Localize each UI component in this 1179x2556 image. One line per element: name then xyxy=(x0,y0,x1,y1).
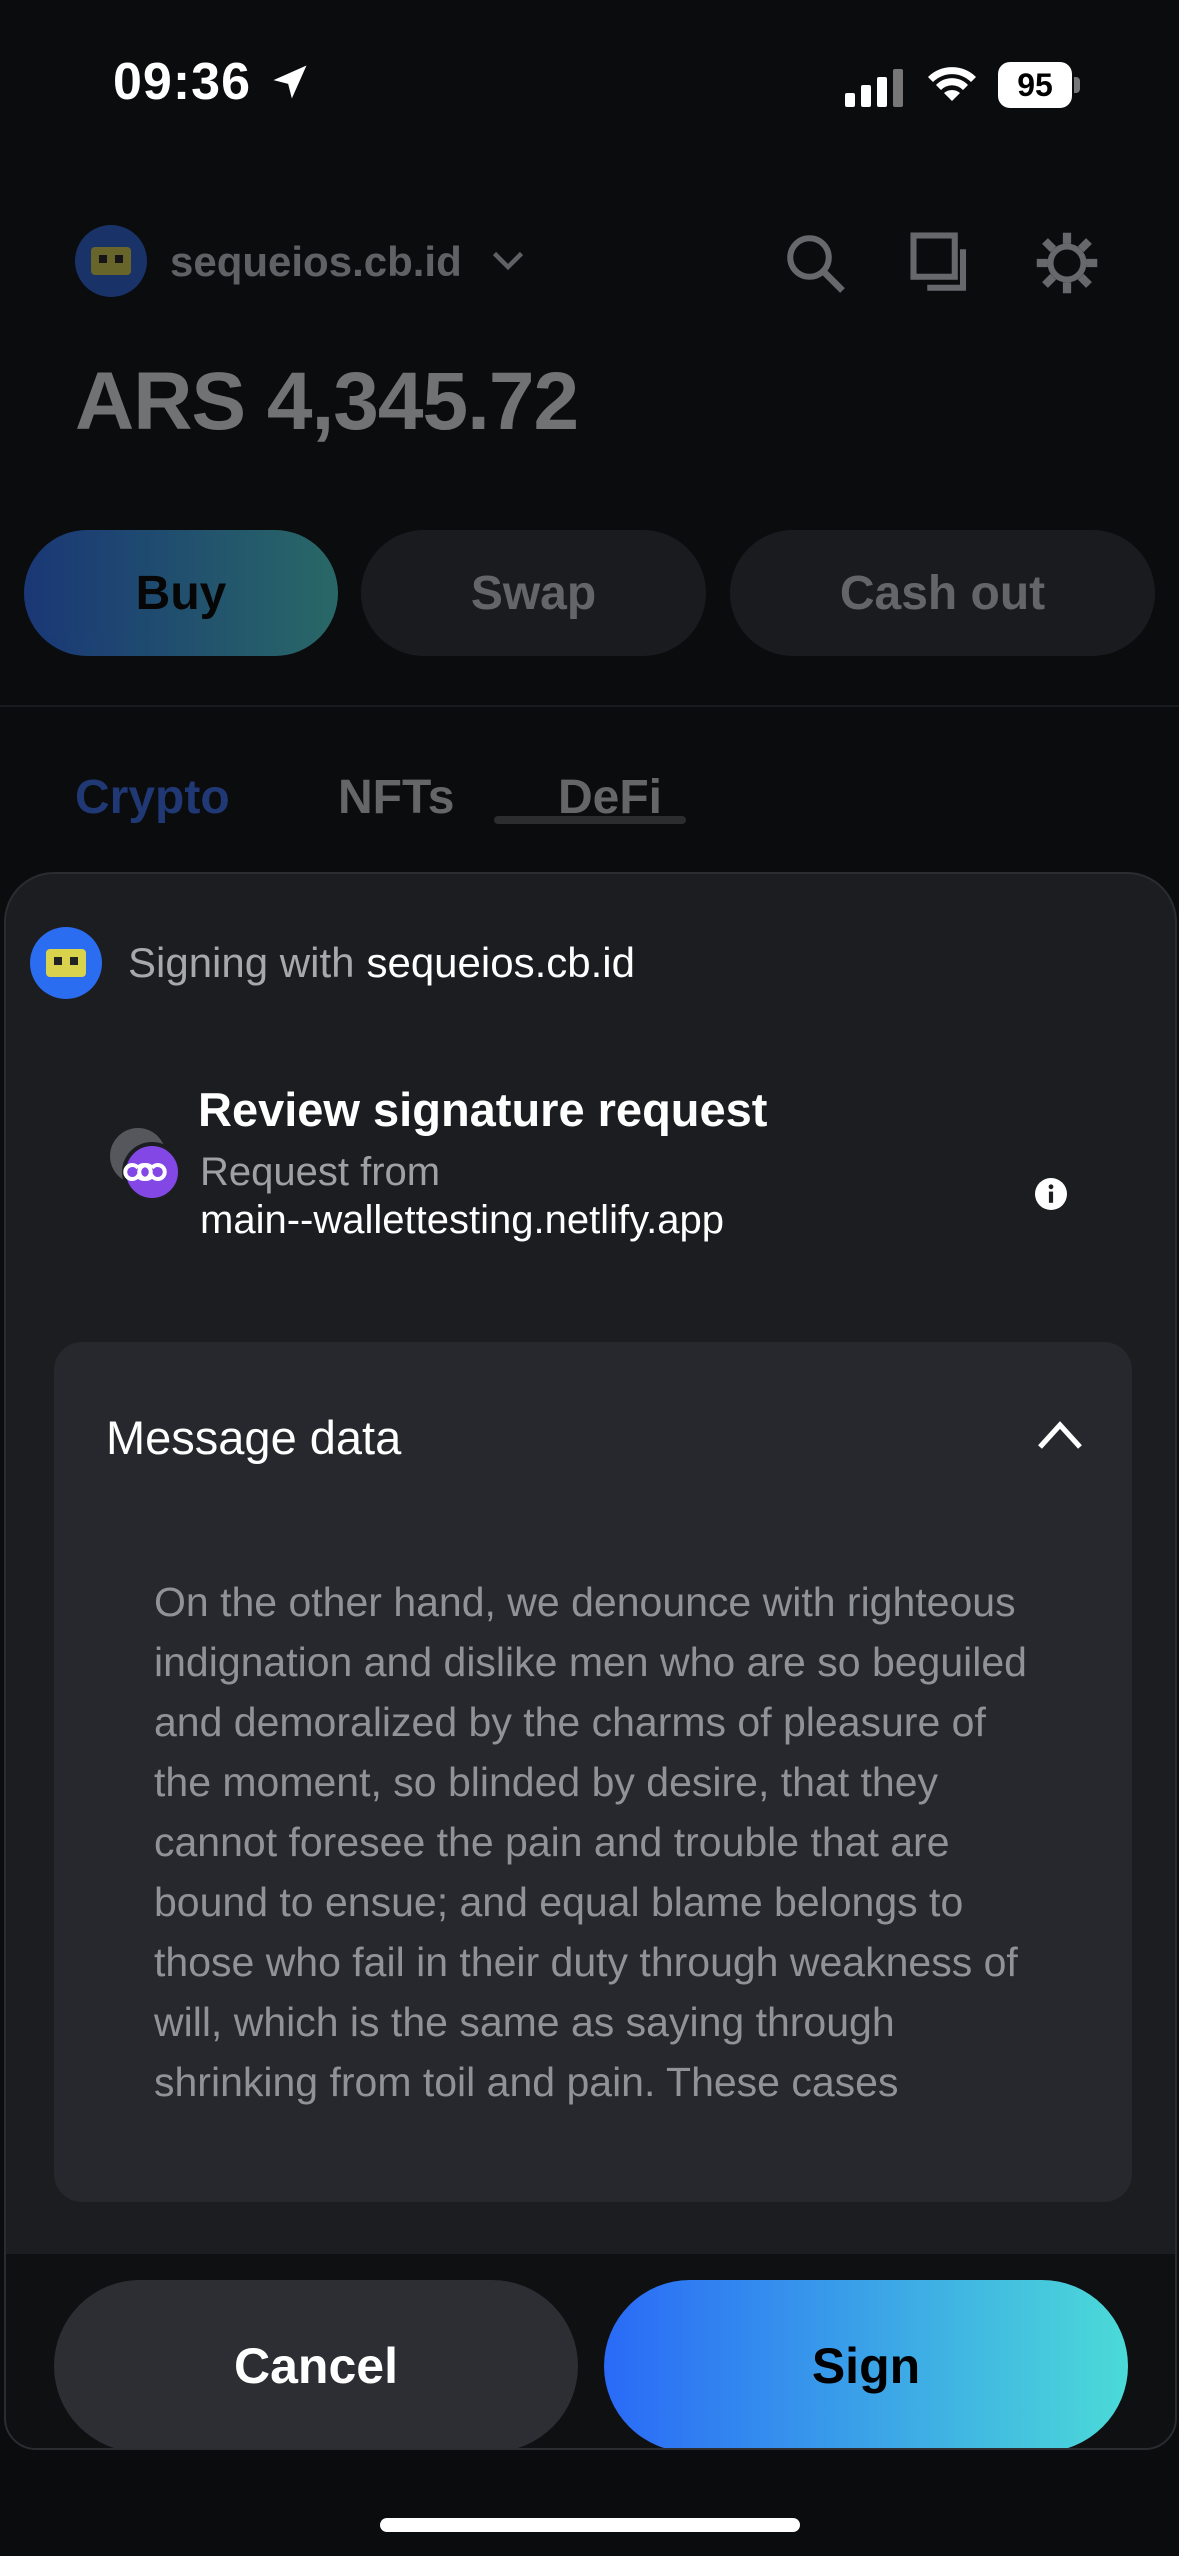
request-from-label: Request from xyxy=(200,1150,441,1194)
info-icon[interactable] xyxy=(1035,1178,1067,1210)
copy-icon[interactable] xyxy=(908,230,974,296)
chevron-down-icon[interactable] xyxy=(490,246,526,276)
signing-account: sequeios.cb.id xyxy=(366,939,635,986)
tab-indicator xyxy=(494,816,686,824)
battery-indicator: 95 xyxy=(998,62,1080,108)
message-data-text: On the other hand, we denounce with righ… xyxy=(154,1579,1027,2105)
request-origin-url: main--wallettesting.netlify.app xyxy=(200,1198,724,1242)
avatar-face xyxy=(91,247,131,275)
cancel-button[interactable]: Cancel xyxy=(54,2280,578,2448)
avatar-face xyxy=(46,949,86,977)
swap-button[interactable]: Swap xyxy=(361,530,706,656)
home-indicator[interactable] xyxy=(380,2518,800,2532)
account-name[interactable]: sequeios.cb.id xyxy=(170,238,462,286)
cellular-signal-icon xyxy=(845,69,903,107)
buy-button[interactable]: Buy xyxy=(24,530,338,656)
portfolio-balance: ARS 4,345.72 xyxy=(75,356,579,447)
sign-button[interactable]: Sign xyxy=(604,2280,1128,2448)
polygon-icon xyxy=(110,1128,182,1202)
signature-request-sheet: Signing with sequeios.cb.id Review signa… xyxy=(4,872,1177,2450)
signer-avatar xyxy=(30,927,102,999)
cash-out-button[interactable]: Cash out xyxy=(730,530,1155,656)
tab-crypto[interactable]: Crypto xyxy=(75,770,230,825)
gear-icon[interactable] xyxy=(1034,230,1100,296)
chevron-up-icon[interactable] xyxy=(1036,1418,1084,1452)
battery-level: 95 xyxy=(998,62,1072,108)
background-content: sequeios.cb.id ARS 4,345.72 Buy Swap Cas… xyxy=(0,150,1179,880)
search-icon[interactable] xyxy=(782,230,848,296)
message-data-card: Message data On the other hand, we denou… xyxy=(54,1342,1132,2202)
message-data-title[interactable]: Message data xyxy=(106,1410,401,1465)
status-bar: 09:36 95 xyxy=(0,0,1179,150)
section-divider xyxy=(0,705,1179,707)
battery-nub xyxy=(1074,77,1080,93)
signing-account-row: Signing with sequeios.cb.id xyxy=(30,927,635,999)
signing-prefix: Signing with xyxy=(128,939,355,986)
tab-nfts[interactable]: NFTs xyxy=(338,770,454,825)
account-avatar[interactable] xyxy=(75,225,147,297)
request-title: Review signature request xyxy=(198,1083,768,1136)
wifi-icon xyxy=(928,67,976,101)
status-time: 09:36 xyxy=(113,53,251,111)
location-arrow-icon xyxy=(273,65,307,99)
